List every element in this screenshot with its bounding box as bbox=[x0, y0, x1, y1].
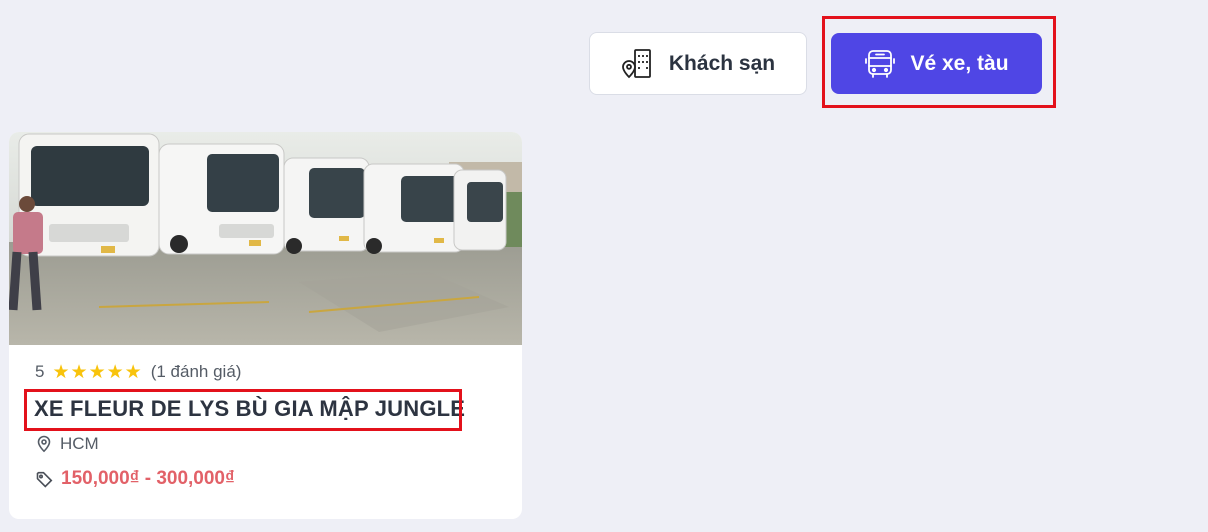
location-text: HCM bbox=[60, 434, 99, 453]
review-count: (1 đánh giá) bbox=[150, 362, 242, 381]
bus-photo bbox=[9, 132, 522, 345]
star-icon: ★ bbox=[70, 361, 88, 383]
bus-listing-card[interactable]: 5 ★ ★ ★ ★ ★ (1 đánh giá) XE FLEUR DE LYS… bbox=[9, 132, 522, 519]
hotel-location-icon bbox=[621, 48, 651, 78]
listing-title[interactable]: XE FLEUR DE LYS BÙ GIA MẬP JUNGLE bbox=[34, 396, 465, 422]
bus-ticket-tab-label: Vé xe, tàu bbox=[910, 51, 1009, 75]
location-row: HCM bbox=[36, 434, 99, 454]
price-row: 150,000₫ - 300,000₫ bbox=[36, 468, 235, 490]
hotel-tab-label: Khách sạn bbox=[668, 51, 776, 75]
star-icon: ★ bbox=[52, 361, 70, 383]
bus-ticket-tab-button[interactable]: Vé xe, tàu bbox=[831, 33, 1042, 94]
price-range: 150,000₫ - 300,000₫ bbox=[61, 468, 235, 489]
hotel-tab-button[interactable]: Khách sạn bbox=[589, 32, 807, 95]
star-icon: ★ bbox=[88, 361, 106, 383]
rating-value: 5 bbox=[35, 362, 45, 381]
star-icon: ★ bbox=[106, 361, 124, 383]
tag-icon bbox=[36, 471, 53, 488]
map-pin-icon bbox=[37, 435, 51, 453]
rating-row: 5 ★ ★ ★ ★ ★ (1 đánh giá) bbox=[35, 362, 241, 382]
star-icon: ★ bbox=[124, 361, 142, 383]
bus-icon bbox=[865, 49, 896, 78]
rating-stars: ★ ★ ★ ★ ★ bbox=[52, 363, 142, 382]
